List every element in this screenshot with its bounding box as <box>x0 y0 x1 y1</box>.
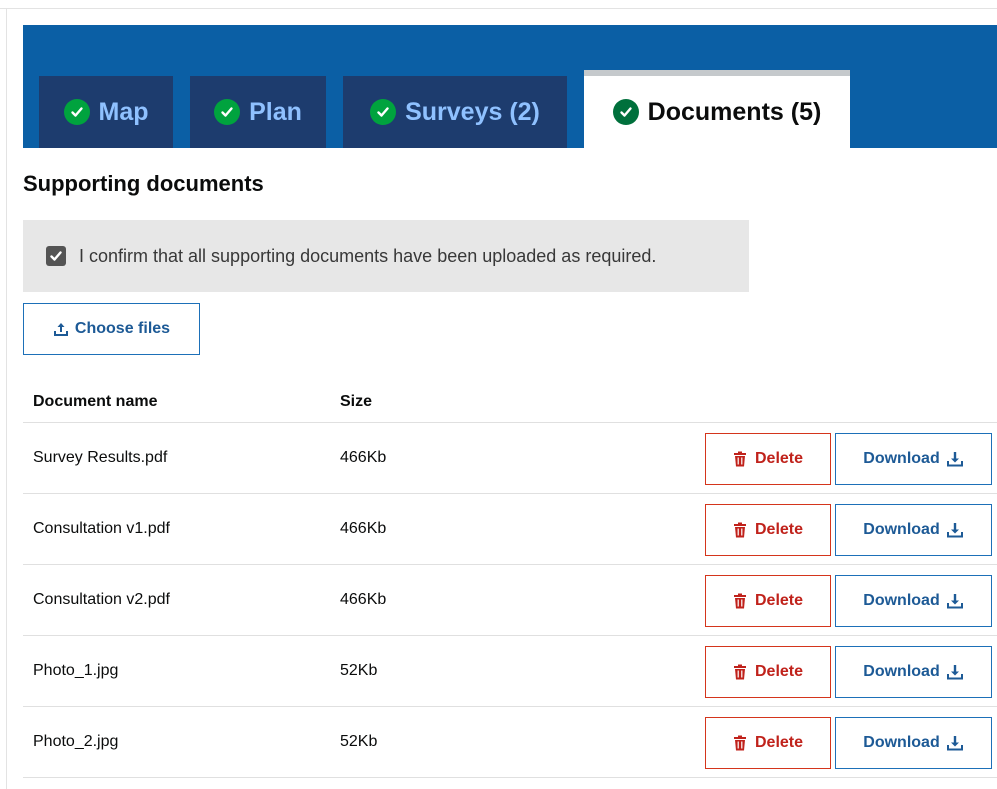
table-row: Photo_1.jpg 52Kb Delete Download <box>23 636 997 707</box>
check-circle-icon <box>612 99 639 125</box>
section-title: Supporting documents <box>23 171 264 196</box>
download-label: Download <box>863 450 940 467</box>
table-row: Survey Results.pdf 466Kb Delete Download <box>23 423 997 494</box>
download-icon <box>946 521 964 539</box>
document-name: Consultation v2.pdf <box>33 591 170 608</box>
confirm-panel: I confirm that all supporting documents … <box>23 220 749 292</box>
download-label: Download <box>863 521 940 538</box>
trash-icon <box>733 664 747 680</box>
tab-map[interactable]: Map <box>39 76 173 148</box>
download-button[interactable]: Download <box>835 646 992 698</box>
document-size: 52Kb <box>340 662 378 679</box>
download-label: Download <box>863 663 940 680</box>
trash-icon <box>733 451 747 467</box>
column-header-name: Document name <box>33 393 158 410</box>
document-name: Photo_2.jpg <box>33 733 119 750</box>
table-row: Photo_2.jpg 52Kb Delete Download <box>23 707 997 778</box>
document-size: 466Kb <box>340 449 387 466</box>
check-circle-icon <box>370 99 397 125</box>
document-name: Survey Results.pdf <box>33 449 168 466</box>
download-button[interactable]: Download <box>835 504 992 556</box>
download-icon <box>946 734 964 752</box>
column-header-size: Size <box>340 393 373 410</box>
frame-top-border <box>0 8 997 9</box>
document-name: Photo_1.jpg <box>33 662 119 679</box>
tab-documents[interactable]: Documents (5) <box>584 70 850 148</box>
tab-label: Plan <box>249 97 302 126</box>
trash-icon <box>733 522 747 538</box>
check-circle-icon <box>63 99 90 125</box>
delete-label: Delete <box>754 663 804 680</box>
tab-label: Surveys (2) <box>405 97 540 126</box>
check-circle-icon <box>214 99 241 125</box>
tab-label: Documents (5) <box>647 97 822 126</box>
tab-label: Map <box>98 97 149 126</box>
download-button[interactable]: Download <box>835 717 992 769</box>
table-row: Consultation v1.pdf 466Kb Delete Downloa… <box>23 494 997 565</box>
download-icon <box>946 450 964 468</box>
download-icon <box>946 592 964 610</box>
frame-left-border <box>6 8 7 789</box>
delete-button[interactable]: Delete <box>705 504 831 556</box>
delete-button[interactable]: Delete <box>705 646 831 698</box>
download-button[interactable]: Download <box>835 575 992 627</box>
delete-label: Delete <box>754 521 804 538</box>
trash-icon <box>733 593 747 609</box>
tab-plan[interactable]: Plan <box>190 76 326 148</box>
delete-button[interactable]: Delete <box>705 717 831 769</box>
table-row: Consultation v2.pdf 466Kb Delete Downloa… <box>23 565 997 636</box>
document-name: Consultation v1.pdf <box>33 520 170 537</box>
choose-files-label: Choose files <box>74 320 171 337</box>
delete-button[interactable]: Delete <box>705 575 831 627</box>
download-button[interactable]: Download <box>835 433 992 485</box>
document-size: 466Kb <box>340 591 387 608</box>
trash-icon <box>733 735 747 751</box>
download-label: Download <box>863 592 940 609</box>
upload-icon <box>53 321 69 337</box>
choose-files-button[interactable]: Choose files <box>23 303 200 355</box>
delete-label: Delete <box>754 450 804 467</box>
confirm-checkbox[interactable] <box>46 246 66 266</box>
download-label: Download <box>863 734 940 751</box>
document-size: 466Kb <box>340 520 387 537</box>
delete-button[interactable]: Delete <box>705 433 831 485</box>
delete-label: Delete <box>754 592 804 609</box>
confirm-label: I confirm that all supporting documents … <box>79 245 657 266</box>
tab-surveys[interactable]: Surveys (2) <box>343 76 567 148</box>
download-icon <box>946 663 964 681</box>
document-size: 52Kb <box>340 733 378 750</box>
delete-label: Delete <box>754 734 804 751</box>
